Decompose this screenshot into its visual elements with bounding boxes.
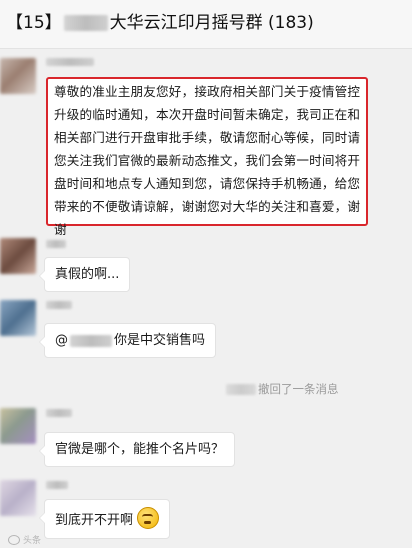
watermark: 头条 [8,533,41,546]
recall-notice-text: 撤回了一条消息 [258,382,339,396]
sender-name-redacted [46,409,72,417]
mention-prefix: @ [55,333,68,348]
message-text: 尊敬的准业主朋友您好，接政府相关部门关于疫情管控升级的临时通知，本次开盘时间暂未… [54,84,360,237]
sender-name-redacted [46,301,72,309]
message-bubble-announcement[interactable]: 尊敬的准业主朋友您好，接政府相关部门关于疫情管控升级的临时通知，本次开盘时间暂未… [46,77,368,237]
message-text: 官微是哪个，能推个名片吗？ [55,442,225,457]
message-text: 你是中交销售吗 [114,333,206,348]
sender-name-redacted [46,481,68,489]
avatar[interactable] [0,480,36,516]
watermark-logo-icon [8,534,20,545]
redacted-group-name [63,15,108,31]
message-bubble[interactable]: 到底开不开啊 [38,499,171,539]
chat-title-prefix: 【15】 [6,13,62,33]
chat-title: 【15】 大华云江印月摇号群 (183) [6,11,314,35]
chat-header: 【15】 大华云江印月摇号群 (183) [0,0,412,49]
message-text: 真假的啊... [55,267,120,282]
avatar[interactable] [0,300,36,336]
chat-title-text: 大华云江印月摇号群 (183) [109,13,314,33]
redacted-recall-name [226,384,256,395]
message-bubble[interactable]: @ 你是中交销售吗 [38,323,217,358]
message-bubble[interactable]: 真假的啊... [38,257,131,292]
avatar[interactable] [0,58,36,94]
message-bubble[interactable]: 官微是哪个，能推个名片吗？ [38,432,236,467]
redacted-mention-name [70,334,112,347]
sender-name-redacted [46,58,94,66]
confused-emoji-icon [137,507,160,529]
recall-notice: 撤回了一条消息 [226,381,339,397]
message-text: 到底开不开啊 [55,513,134,528]
watermark-text: 头条 [23,536,42,546]
sender-name-redacted [46,240,66,248]
avatar[interactable] [0,238,36,274]
avatar[interactable] [0,408,36,444]
